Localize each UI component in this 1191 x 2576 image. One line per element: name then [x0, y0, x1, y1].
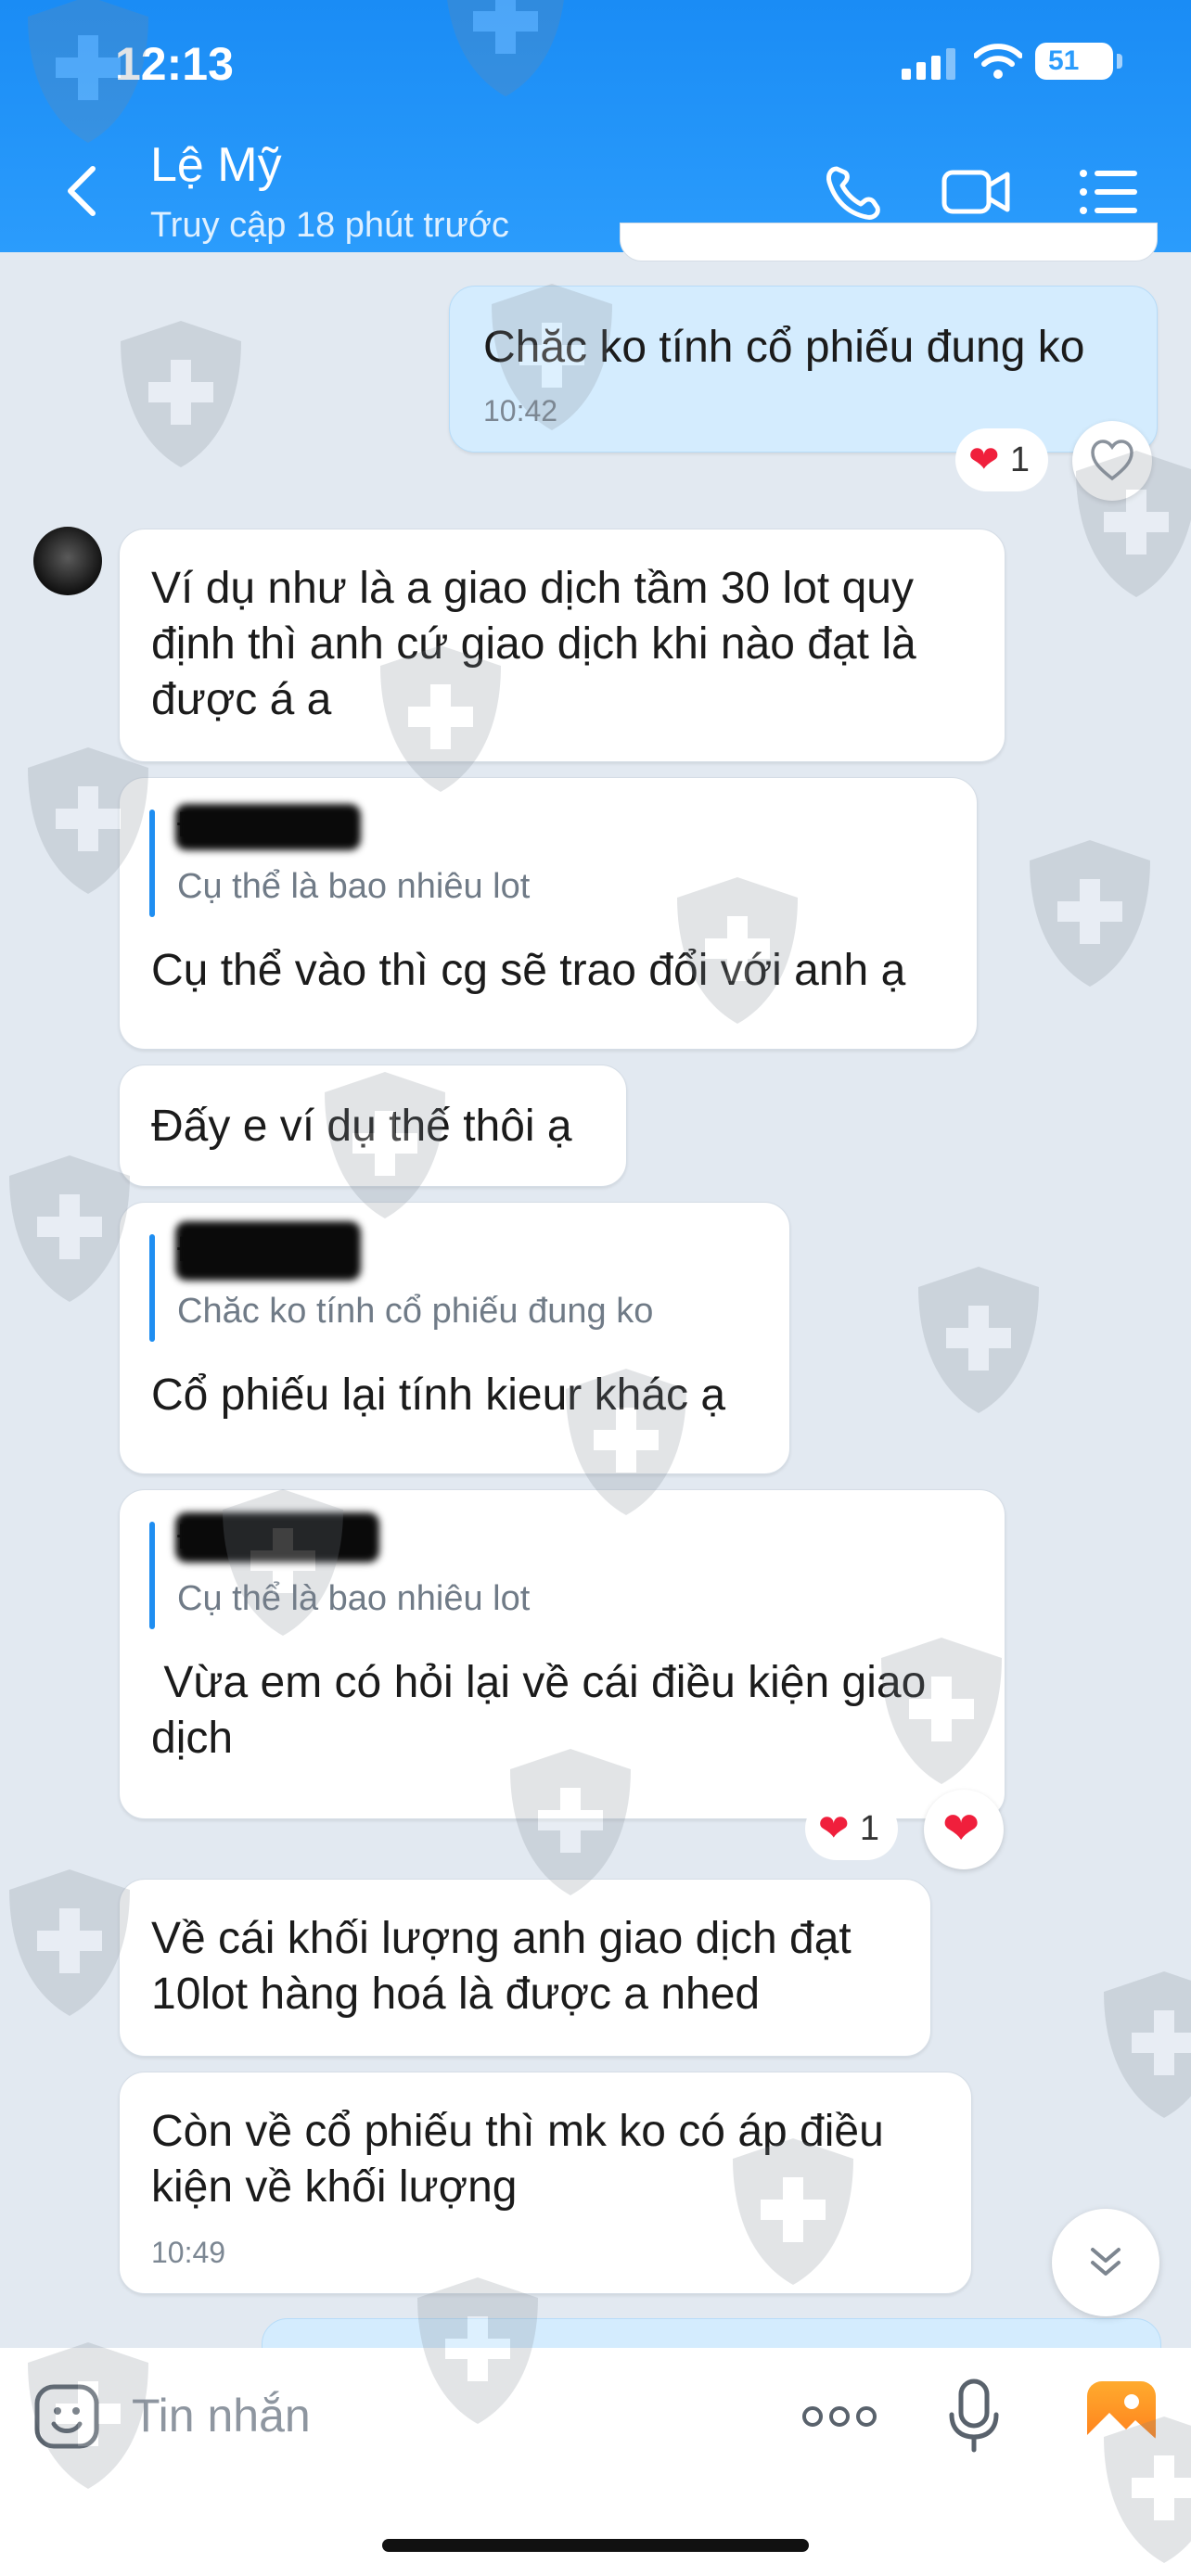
back-icon[interactable]: [56, 163, 111, 219]
battery-indicator: 51: [1035, 43, 1113, 80]
reaction-count: 1: [1009, 440, 1030, 479]
watermark-shield-icon: [9, 1869, 130, 2016]
contact-name[interactable]: Lệ Mỹ: [150, 137, 282, 193]
chevron-down-icon: [1091, 2248, 1121, 2276]
message-bubble-received[interactable]: Đ n Cụ thể là bao nhiêu lot Cụ thể vào t…: [119, 777, 978, 1050]
message-text: Về cái khối lượng anh giao dịch đạt 10lo…: [151, 1914, 852, 2019]
message-bubble-received[interactable]: Ví dụ như là a giao dịch tầm 30 lot quy …: [119, 529, 1005, 762]
watermark-shield-icon: [733, 2138, 853, 2285]
message-time: 10:49: [151, 2236, 226, 2269]
heart-filled-icon: ❤: [942, 1804, 980, 1854]
heart-icon: ❤: [818, 1808, 850, 1849]
video-icon[interactable]: [939, 159, 1013, 224]
watermark-shield-icon: [28, 0, 148, 143]
scroll-to-bottom-button[interactable]: [1052, 2209, 1159, 2316]
redaction: [175, 1221, 361, 1281]
watermark-shield-icon: [1104, 1971, 1191, 2118]
message-input[interactable]: Tin nhắn: [132, 2389, 311, 2442]
watermark-shield-icon: [28, 747, 148, 894]
watermark-shield-icon: [121, 321, 241, 467]
mic-icon[interactable]: [946, 2378, 1002, 2455]
heart-icon: ❤: [968, 440, 1000, 480]
watermark-shield-icon: [447, 0, 564, 96]
reaction-summary[interactable]: ❤ 1: [805, 1797, 898, 1860]
quote-text: Cụ thể là bao nhiêu lot: [177, 867, 531, 906]
watermark-shield-icon: [677, 877, 798, 1024]
watermark-shield-icon: [1104, 2417, 1191, 2563]
battery-cap: [1117, 54, 1122, 69]
phone-icon[interactable]: [816, 159, 890, 224]
chat-header: 12:13 51 Lệ Mỹ Truy cập 18 phút trước: [0, 0, 1191, 252]
watermark-shield-icon: [9, 1155, 130, 1302]
wifi-icon: [974, 44, 1022, 79]
reaction-summary[interactable]: ❤ 1: [955, 428, 1048, 491]
previous-message-edge: [620, 223, 1158, 261]
quote-bar: [149, 1234, 155, 1342]
watermark-shield-icon: [380, 645, 501, 792]
quote-text: Chăc ko tính cổ phiếu đung ko: [177, 1292, 654, 1331]
message-bubble-received[interactable]: Về cái khối lượng anh giao dịch đạt 10lo…: [119, 1879, 931, 2057]
last-seen-status: Truy cập 18 phút trước: [150, 206, 509, 245]
watermark-shield-icon: [28, 2342, 148, 2489]
signal-icon: [902, 48, 955, 80]
quote-bar: [149, 1522, 155, 1629]
watermark-shield-icon: [417, 2277, 538, 2424]
watermark-shield-icon: [1076, 451, 1191, 597]
message-text: Ví dụ như là a giao dịch tầm 30 lot quy …: [151, 564, 916, 724]
reaction-count: 1: [859, 1809, 879, 1848]
watermark-shield-icon: [918, 1267, 1039, 1413]
home-indicator: [382, 2539, 809, 2552]
watermark-shield-icon: [492, 284, 612, 430]
watermark-shield-icon: [223, 1489, 343, 1636]
watermark-shield-icon: [881, 1638, 1002, 1784]
watermark-shield-icon: [1030, 840, 1150, 987]
react-button[interactable]: ❤: [924, 1790, 1004, 1869]
watermark-shield-icon: [325, 1072, 445, 1218]
menu-icon[interactable]: [1072, 159, 1146, 224]
redaction: [175, 804, 361, 850]
more-icon[interactable]: [801, 2398, 877, 2435]
avatar[interactable]: [33, 527, 102, 595]
watermark-shield-icon: [510, 1749, 631, 1895]
watermark-shield-icon: [566, 1369, 686, 1515]
